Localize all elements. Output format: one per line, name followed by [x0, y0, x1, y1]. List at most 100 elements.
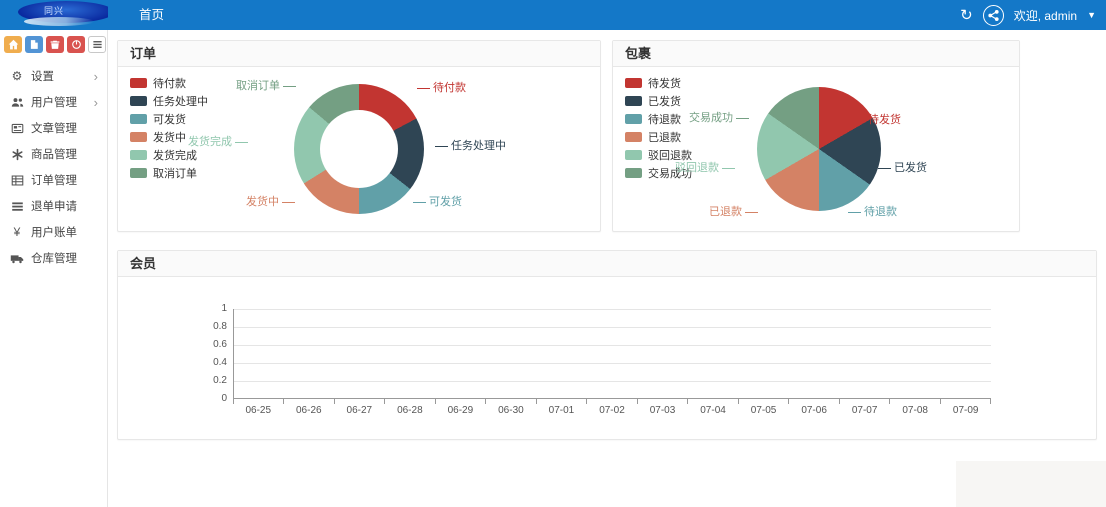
slice-label: 驳回退款 — [675, 159, 738, 175]
chevron-right-icon: › — [94, 95, 98, 110]
legend-label: 待付款 — [153, 75, 186, 91]
leader-line — [283, 86, 296, 87]
legend-item[interactable]: 待发货 — [625, 75, 692, 91]
caret-down-icon[interactable]: ▼ — [1087, 10, 1096, 20]
y-tick-label: 1 — [199, 303, 227, 314]
sidebar-item-articles[interactable]: 文章管理 — [0, 115, 107, 141]
trash-icon — [50, 39, 60, 50]
leader-line — [848, 212, 861, 213]
refresh-icon[interactable]: ↻ — [960, 8, 973, 23]
x-tick-label: 07-08 — [890, 405, 941, 416]
y-tick-label: 0.6 — [199, 339, 227, 350]
packages-panel-title: 包裹 — [613, 41, 1019, 67]
x-tick-label: 07-04 — [688, 405, 739, 416]
home-icon — [8, 39, 19, 50]
x-tick-label: 06-26 — [284, 405, 335, 416]
nav-item-home[interactable]: 首页 — [125, 0, 178, 30]
sidebar-item-label: 文章管理 — [31, 120, 77, 136]
avatar[interactable] — [983, 5, 1004, 26]
x-axis-labels: 06-25 06-26 06-27 06-28 06-29 06-30 07-0… — [233, 405, 991, 416]
y-tick-label: 0.2 — [199, 375, 227, 386]
asterisk-icon — [9, 148, 25, 161]
power-icon — [71, 39, 82, 50]
legend-label: 已发货 — [648, 93, 681, 109]
slice-label: 交易成功 — [689, 109, 752, 125]
gridline — [234, 327, 991, 328]
sidebar-item-label: 仓库管理 — [31, 250, 77, 266]
legend-item[interactable]: 已退款 — [625, 129, 692, 145]
slice-label: 发货中 — [246, 193, 298, 209]
legend-item[interactable]: 发货完成 — [130, 147, 208, 163]
power-button[interactable] — [67, 36, 85, 53]
list-icon — [92, 39, 103, 50]
truck-icon — [9, 252, 25, 265]
list-toggle-button[interactable] — [88, 36, 106, 53]
legend-item[interactable]: 待退款 — [625, 111, 692, 127]
gridline — [234, 381, 991, 382]
legend-swatch — [130, 168, 147, 178]
sidebar-item-orders[interactable]: 订单管理 — [0, 167, 107, 193]
line-plot-grid — [233, 309, 991, 399]
legend-label: 已退款 — [648, 129, 681, 145]
leader-line — [417, 88, 430, 89]
watermark — [956, 461, 1106, 507]
trash-button[interactable] — [46, 36, 64, 53]
sidebar-item-users[interactable]: 用户管理 › — [0, 89, 107, 115]
slice-label: 发货完成 — [188, 133, 251, 149]
chevron-right-icon: › — [94, 69, 98, 84]
file-button[interactable] — [25, 36, 43, 53]
y-tick-label: 0.8 — [199, 321, 227, 332]
slice-label: 任务处理中 — [432, 137, 506, 153]
users-icon — [9, 96, 25, 109]
packages-panel: 包裹 待发货 已发货 待退款 已退款 驳回退款 交易成功 交易成功 待发货 已发… — [612, 40, 1020, 232]
sidebar: ⚙ 设置 › 用户管理 › 文章管理 商品管理 — [0, 30, 108, 507]
sidebar-item-warehouse[interactable]: 仓库管理 — [0, 245, 107, 271]
leader-line — [435, 146, 448, 147]
legend-label: 取消订单 — [153, 165, 197, 181]
home-button[interactable] — [4, 36, 22, 53]
legend-label: 发货完成 — [153, 147, 197, 163]
legend-swatch — [625, 78, 642, 88]
legend-swatch — [130, 96, 147, 106]
legend-item[interactable]: 已发货 — [625, 93, 692, 109]
x-tick-label: 06-29 — [435, 405, 486, 416]
legend-label: 任务处理中 — [153, 93, 208, 109]
x-tick-label: 06-28 — [385, 405, 436, 416]
legend-label: 发货中 — [153, 129, 186, 145]
brand-logo[interactable]: 同兴 — [0, 0, 108, 30]
welcome-admin[interactable]: 欢迎, admin — [1014, 7, 1077, 24]
slice-label: 待付款 — [414, 79, 466, 95]
orders-legend: 待付款 任务处理中 可发货 发货中 发货完成 取消订单 — [130, 75, 208, 183]
orders-donut-chart[interactable] — [294, 84, 424, 214]
sidebar-toolbar — [0, 30, 107, 59]
legend-item[interactable]: 可发货 — [130, 111, 208, 127]
sidebar-item-products[interactable]: 商品管理 — [0, 141, 107, 167]
packages-pie-chart[interactable] — [757, 87, 881, 211]
x-axis-ticks — [233, 399, 991, 404]
top-navbar: 同兴 首页 ↻ 欢迎, admin ▼ — [0, 0, 1106, 30]
navbar-right: ↻ 欢迎, admin ▼ — [960, 0, 1096, 30]
sidebar-item-user-bills[interactable]: ¥ 用户账单 — [0, 219, 107, 245]
legend-swatch — [130, 114, 147, 124]
sidebar-item-settings[interactable]: ⚙ 设置 › — [0, 63, 107, 89]
slice-label: 已退款 — [709, 203, 761, 219]
legend-item[interactable]: 待付款 — [130, 75, 208, 91]
x-tick-label: 07-02 — [587, 405, 638, 416]
legend-item[interactable]: 任务处理中 — [130, 93, 208, 109]
legend-item[interactable]: 取消订单 — [130, 165, 208, 181]
dashboard-page: 同兴 首页 ↻ 欢迎, admin ▼ — [0, 0, 1106, 507]
sidebar-item-label: 用户管理 — [31, 94, 77, 110]
sidebar-item-label: 设置 — [31, 68, 54, 84]
leader-line — [736, 118, 749, 119]
orders-panel-title: 订单 — [118, 41, 600, 67]
x-tick-label: 07-06 — [789, 405, 840, 416]
gridline — [234, 309, 991, 310]
sidebar-item-refund-requests[interactable]: 退单申请 — [0, 193, 107, 219]
x-tick-label: 07-03 — [637, 405, 688, 416]
x-tick-label: 07-05 — [738, 405, 789, 416]
slice-label: 待退款 — [845, 203, 897, 219]
members-chart-area: 1 0.8 0.6 0.4 0.2 0 06-25 06-26 06-27 — [118, 277, 1096, 439]
legend-swatch — [625, 114, 642, 124]
legend-swatch — [625, 96, 642, 106]
file-icon — [29, 39, 39, 50]
